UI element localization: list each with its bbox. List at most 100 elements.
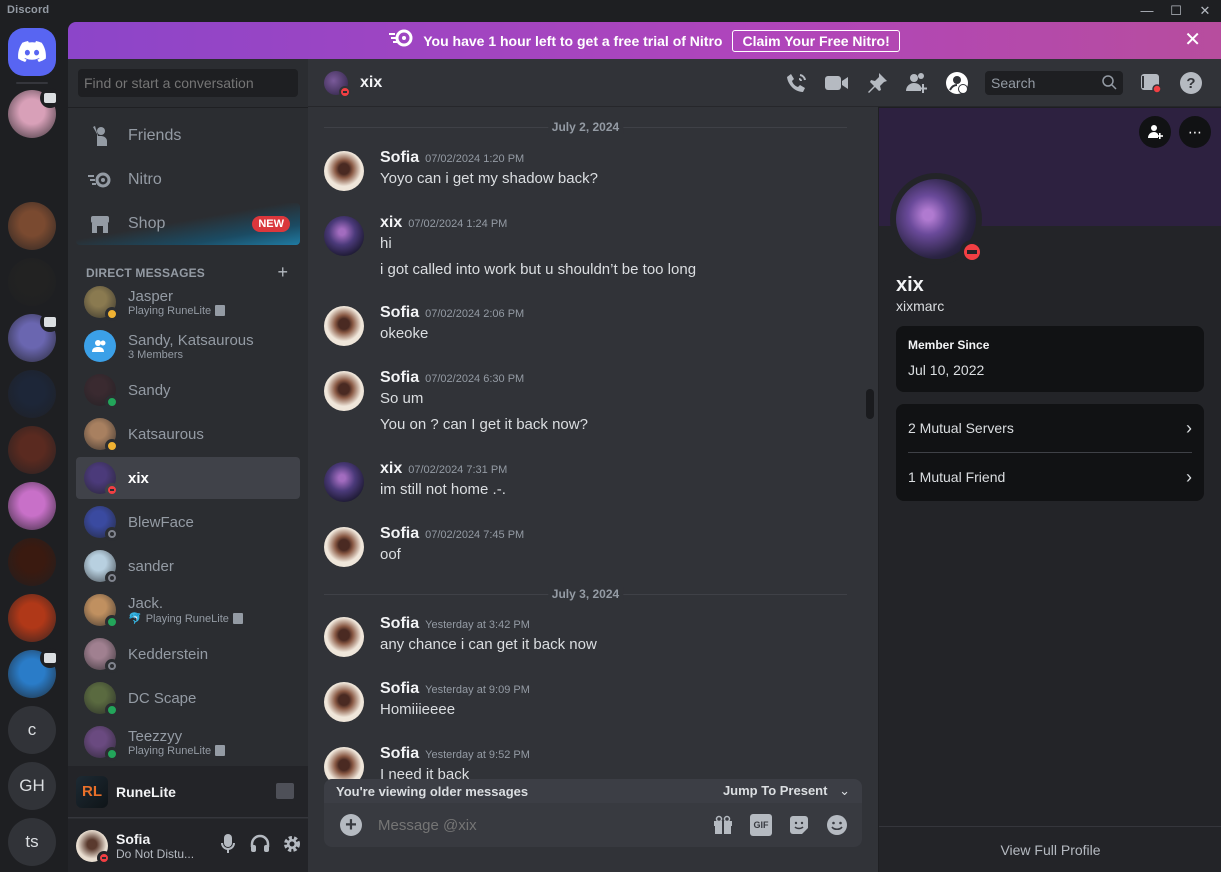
server-gnome[interactable] xyxy=(8,202,56,250)
message-avatar[interactable] xyxy=(324,527,364,567)
message-author[interactable]: Sofia xyxy=(380,369,419,387)
dm-activity-text: Playing RuneLite xyxy=(145,612,229,625)
headphones-icon[interactable] xyxy=(250,833,270,855)
dm-item[interactable]: Jasper Playing RuneLite xyxy=(76,281,300,323)
message-author[interactable]: xix xyxy=(380,214,402,232)
dm-item[interactable]: Katsaurous xyxy=(76,413,300,455)
dm-item[interactable]: xix xyxy=(76,457,300,499)
dm-item[interactable]: Teezzyy Playing RuneLite xyxy=(76,721,300,763)
server-spartan[interactable] xyxy=(8,146,56,194)
close-window-button[interactable]: ✕ xyxy=(1195,2,1215,20)
mutual-friends-row[interactable]: 1 Mutual Friend › xyxy=(908,453,1192,501)
dm-item[interactable]: DC Scape xyxy=(76,677,300,719)
minimize-button[interactable]: — xyxy=(1137,2,1157,20)
guild-separator xyxy=(16,82,48,84)
sticker-icon[interactable] xyxy=(788,814,810,836)
user-avatar[interactable] xyxy=(76,829,111,865)
stream-game-icon[interactable] xyxy=(276,783,294,799)
help-icon[interactable]: ? xyxy=(1179,71,1203,95)
close-banner-icon[interactable]: ✕ xyxy=(1184,30,1201,50)
svg-text:?: ? xyxy=(1186,75,1195,92)
message-author[interactable]: Sofia xyxy=(380,304,419,322)
nav-nitro-label: Nitro xyxy=(128,171,162,188)
message-author[interactable]: Sofia xyxy=(380,525,419,543)
rich-presence-icon xyxy=(215,305,226,316)
maximize-button[interactable]: ☐ xyxy=(1166,2,1186,20)
settings-gear-icon[interactable] xyxy=(282,833,302,855)
message-author[interactable]: xix xyxy=(380,460,402,478)
screen-share-icon xyxy=(40,648,60,668)
voice-call-icon[interactable] xyxy=(785,71,809,95)
nav-nitro[interactable]: Nitro xyxy=(76,159,300,201)
message-avatar[interactable] xyxy=(324,216,364,256)
add-friends-to-dm-icon[interactable] xyxy=(905,71,929,95)
dm-name: DC Scape xyxy=(128,689,197,707)
dm-item[interactable]: BlewFace xyxy=(76,501,300,543)
jump-to-present-button[interactable]: Jump To Present ⌄ xyxy=(723,783,850,799)
user-status: Do Not Distu... xyxy=(116,846,195,861)
mutual-servers-row[interactable]: 2 Mutual Servers › xyxy=(908,404,1192,452)
upload-plus-icon[interactable]: + xyxy=(340,814,362,836)
message-timestamp: 07/02/2024 7:45 PM xyxy=(425,529,525,541)
message-author[interactable]: Sofia xyxy=(380,745,419,763)
pinned-messages-icon[interactable] xyxy=(865,71,889,95)
message-author[interactable]: Sofia xyxy=(380,615,419,633)
runelite-logo: RL xyxy=(76,775,108,808)
dm-name: Jasper xyxy=(128,287,174,305)
friends-icon xyxy=(88,124,112,148)
home-button[interactable] xyxy=(8,28,56,76)
add-friend-button[interactable] xyxy=(1139,116,1171,148)
server-rainbow[interactable] xyxy=(8,258,56,306)
message-avatar[interactable] xyxy=(324,306,364,346)
server-owl[interactable] xyxy=(8,312,60,362)
search-input[interactable]: Search xyxy=(985,71,1123,95)
message-avatar[interactable] xyxy=(324,151,364,191)
message-input[interactable] xyxy=(378,816,712,834)
server-rat[interactable] xyxy=(8,88,60,138)
dm-avatar xyxy=(84,550,119,585)
message-author[interactable]: Sofia xyxy=(380,680,419,698)
dm-item[interactable]: Sandy, Katsaurous 3 Members xyxy=(76,325,300,367)
member-since-date: Jul 10, 2022 xyxy=(908,362,985,378)
inbox-icon[interactable] xyxy=(1139,71,1163,95)
profile-avatar-frame xyxy=(890,173,984,265)
message-avatar[interactable] xyxy=(324,682,364,722)
create-dm-icon[interactable]: + xyxy=(277,262,288,283)
message-avatar[interactable] xyxy=(324,371,364,411)
dm-item[interactable]: sander xyxy=(76,545,300,587)
view-full-profile-button[interactable]: View Full Profile xyxy=(879,826,1221,872)
claim-nitro-button[interactable]: Claim Your Free Nitro! xyxy=(732,29,900,52)
user-profile-toggle-icon[interactable] xyxy=(945,71,969,95)
message-author[interactable]: Sofia xyxy=(380,149,419,167)
older-messages-bar: You're viewing older messages Jump To Pr… xyxy=(324,779,862,803)
gift-icon[interactable] xyxy=(712,814,734,836)
microphone-icon[interactable] xyxy=(218,833,238,855)
calendar-icon xyxy=(40,312,60,332)
server-gh[interactable]: GH xyxy=(8,762,56,810)
server-cheese[interactable] xyxy=(8,594,56,642)
member-since-label: Member Since xyxy=(908,338,990,352)
dm-item[interactable]: Kedderstein xyxy=(76,633,300,675)
emoji-icon[interactable] xyxy=(826,814,848,836)
more-options-button[interactable]: ⋯ xyxy=(1179,116,1211,148)
dm-item[interactable]: Jack. 🐬 Playing RuneLite xyxy=(76,589,300,631)
recipient-name[interactable]: xix xyxy=(360,74,382,92)
server-c[interactable]: c xyxy=(8,706,56,754)
message-avatar[interactable] xyxy=(324,462,364,502)
server-red-forest[interactable] xyxy=(8,426,56,474)
dm-item[interactable]: Sandy xyxy=(76,369,300,411)
nav-shop[interactable]: Shop NEW xyxy=(76,203,300,245)
nav-friends[interactable]: Friends xyxy=(76,115,300,157)
video-call-icon[interactable] xyxy=(825,71,849,95)
find-conversation-input[interactable] xyxy=(78,69,298,97)
server-fracture[interactable] xyxy=(8,538,56,586)
gif-picker-button[interactable]: GIF xyxy=(750,814,772,836)
server-star[interactable] xyxy=(8,648,60,698)
message-avatar[interactable] xyxy=(324,617,364,657)
server-ts[interactable]: ts xyxy=(8,818,56,866)
scrollbar[interactable] xyxy=(866,389,874,419)
server-anime-girl[interactable] xyxy=(8,482,56,530)
message-text: any chance i can get it back now xyxy=(380,636,597,653)
server-dark-castle[interactable] xyxy=(8,370,56,418)
profile-username: xixmarc xyxy=(896,298,945,314)
